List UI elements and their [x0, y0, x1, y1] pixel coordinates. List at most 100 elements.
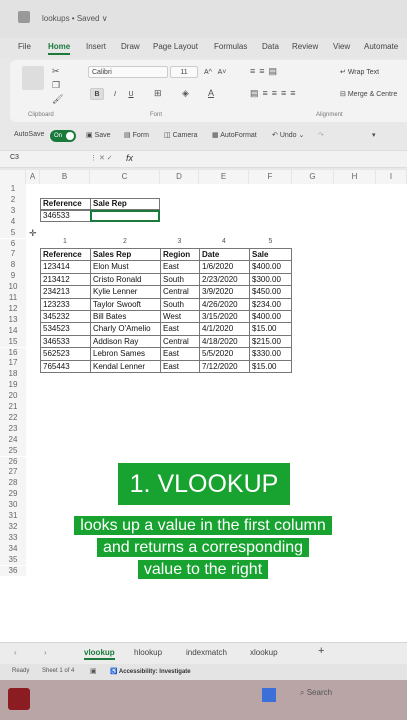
- table-cell-reference[interactable]: 765443: [40, 359, 91, 373]
- table-cell-sale[interactable]: $215.00: [249, 334, 292, 349]
- tab-page-layout[interactable]: Page Layout: [153, 42, 198, 51]
- tab-home[interactable]: Home: [48, 42, 71, 55]
- table-cell-region[interactable]: East: [160, 322, 200, 336]
- cut-icon[interactable]: ✂: [52, 66, 60, 77]
- lookup-result-cell[interactable]: [90, 210, 160, 222]
- sheet-tab-indexmatch[interactable]: indexmatch: [186, 648, 227, 657]
- merge-centre-button[interactable]: ⊟ Merge & Centre: [340, 90, 397, 98]
- table-cell-region[interactable]: East: [160, 359, 200, 373]
- row-header-14[interactable]: 14: [0, 325, 26, 337]
- row-header-12[interactable]: 12: [0, 303, 26, 315]
- wrap-text-button[interactable]: ↵ Wrap Text: [340, 68, 379, 76]
- tab-draw[interactable]: Draw: [121, 42, 140, 51]
- row-header-7[interactable]: 7: [0, 249, 26, 261]
- next-sheet-icon[interactable]: ›: [44, 648, 47, 657]
- row-header-23[interactable]: 23: [0, 423, 26, 435]
- tab-automate[interactable]: Automate: [364, 42, 398, 51]
- macro-record-icon[interactable]: ▣: [90, 667, 97, 675]
- table-cell-sales-rep[interactable]: Elon Must: [90, 260, 161, 274]
- autosave-toggle[interactable]: On: [50, 130, 76, 142]
- table-cell-reference[interactable]: 123233: [40, 297, 91, 311]
- table-cell-sale[interactable]: $450.00: [249, 285, 292, 299]
- table-cell-sales-rep[interactable]: Addison Ray: [90, 334, 161, 349]
- row-header-24[interactable]: 24: [0, 434, 26, 446]
- taskbar-search[interactable]: ⌕ Search: [300, 688, 380, 704]
- table-cell-reference[interactable]: 562523: [40, 347, 91, 361]
- select-all-corner[interactable]: [0, 170, 26, 184]
- table-header-sale[interactable]: Sale: [249, 248, 292, 262]
- camera-button[interactable]: ◫ Camera: [164, 131, 197, 139]
- table-cell-sales-rep[interactable]: Kylie Lenner: [90, 285, 161, 299]
- row-header-15[interactable]: 15: [0, 336, 26, 348]
- row-header-13[interactable]: 13: [0, 314, 26, 326]
- row-header-6[interactable]: 6: [0, 238, 26, 250]
- sheet-tab-hlookup[interactable]: hlookup: [134, 648, 162, 657]
- table-cell-date[interactable]: 5/5/2020: [199, 347, 250, 361]
- table-cell-region[interactable]: Central: [160, 334, 200, 349]
- column-header-b[interactable]: B: [40, 170, 90, 184]
- horizontal-align-icon[interactable]: ▤≡≡≡≡: [250, 88, 300, 99]
- table-header-sales-rep[interactable]: Sales Rep: [90, 248, 161, 262]
- column-header-i[interactable]: I: [376, 170, 407, 184]
- lookup-header-sale-rep[interactable]: Sale Rep: [90, 198, 160, 210]
- column-header-a[interactable]: A: [26, 170, 40, 184]
- table-header-reference[interactable]: Reference: [40, 248, 91, 262]
- row-header-8[interactable]: 8: [0, 260, 26, 272]
- table-cell-reference[interactable]: 213412: [40, 272, 91, 287]
- table-cell-sale[interactable]: $400.00: [249, 310, 292, 324]
- row-header-3[interactable]: 3: [0, 205, 26, 217]
- column-header-c[interactable]: C: [90, 170, 160, 184]
- row-header-27[interactable]: 27: [0, 467, 26, 479]
- redo-icon[interactable]: ↷: [318, 131, 324, 139]
- table-cell-sale[interactable]: $15.00: [249, 359, 292, 373]
- table-cell-region[interactable]: West: [160, 310, 200, 324]
- row-header-5[interactable]: 5: [0, 227, 26, 239]
- row-header-20[interactable]: 20: [0, 391, 26, 402]
- column-header-h[interactable]: H: [334, 170, 376, 184]
- table-cell-date[interactable]: 3/9/2020: [199, 285, 250, 299]
- tab-insert[interactable]: Insert: [86, 42, 106, 51]
- table-cell-sale[interactable]: $400.00: [249, 260, 292, 274]
- row-header-18[interactable]: 18: [0, 369, 26, 381]
- insert-function-icon[interactable]: fx: [126, 153, 133, 163]
- window-title[interactable]: lookups • Saved ∨: [42, 14, 108, 23]
- table-cell-region[interactable]: East: [160, 347, 200, 361]
- grow-font-button[interactable]: A^: [202, 66, 214, 78]
- row-header-25[interactable]: 25: [0, 445, 26, 457]
- row-header-4[interactable]: 4: [0, 216, 26, 228]
- table-cell-sale[interactable]: $15.00: [249, 322, 292, 336]
- row-header-1[interactable]: 1: [0, 184, 26, 195]
- table-cell-sales-rep[interactable]: Taylor Swooft: [90, 297, 161, 311]
- tab-view[interactable]: View: [333, 42, 350, 51]
- format-painter-icon[interactable]: 🖌: [52, 94, 63, 105]
- row-header-21[interactable]: 21: [0, 402, 26, 413]
- table-cell-date[interactable]: 2/23/2020: [199, 272, 250, 287]
- underline-button[interactable]: U: [124, 88, 138, 100]
- table-cell-date[interactable]: 1/6/2020: [199, 260, 250, 274]
- formula-input[interactable]: [144, 154, 404, 165]
- form-button[interactable]: ▤ Form: [124, 131, 149, 139]
- sheet-tab-vlookup[interactable]: vlookup: [84, 648, 115, 660]
- row-header-30[interactable]: 30: [0, 500, 26, 511]
- column-header-g[interactable]: G: [292, 170, 334, 184]
- row-header-32[interactable]: 32: [0, 521, 26, 533]
- save-button[interactable]: ▣ Save: [86, 131, 111, 139]
- sheet-tab-xlookup[interactable]: xlookup: [250, 648, 278, 657]
- table-cell-region[interactable]: Central: [160, 285, 200, 299]
- font-name-select[interactable]: Calibri: [88, 66, 168, 78]
- row-header-10[interactable]: 10: [0, 282, 26, 293]
- copy-icon[interactable]: ❐: [52, 80, 60, 91]
- table-cell-sales-rep[interactable]: Bill Bates: [90, 310, 161, 324]
- row-header-17[interactable]: 17: [0, 358, 26, 370]
- row-header-29[interactable]: 29: [0, 489, 26, 501]
- row-header-35[interactable]: 35: [0, 554, 26, 566]
- table-header-date[interactable]: Date: [199, 248, 250, 262]
- table-cell-region[interactable]: East: [160, 260, 200, 274]
- bold-button[interactable]: B: [90, 88, 104, 100]
- table-cell-region[interactable]: South: [160, 272, 200, 287]
- table-cell-sales-rep[interactable]: Charly O'Amelio: [90, 322, 161, 336]
- row-header-19[interactable]: 19: [0, 380, 26, 392]
- autoformat-button[interactable]: ▦ AutoFormat: [212, 131, 257, 139]
- undo-button[interactable]: ↶ Undo ⌄: [272, 131, 304, 139]
- row-header-9[interactable]: 9: [0, 271, 26, 283]
